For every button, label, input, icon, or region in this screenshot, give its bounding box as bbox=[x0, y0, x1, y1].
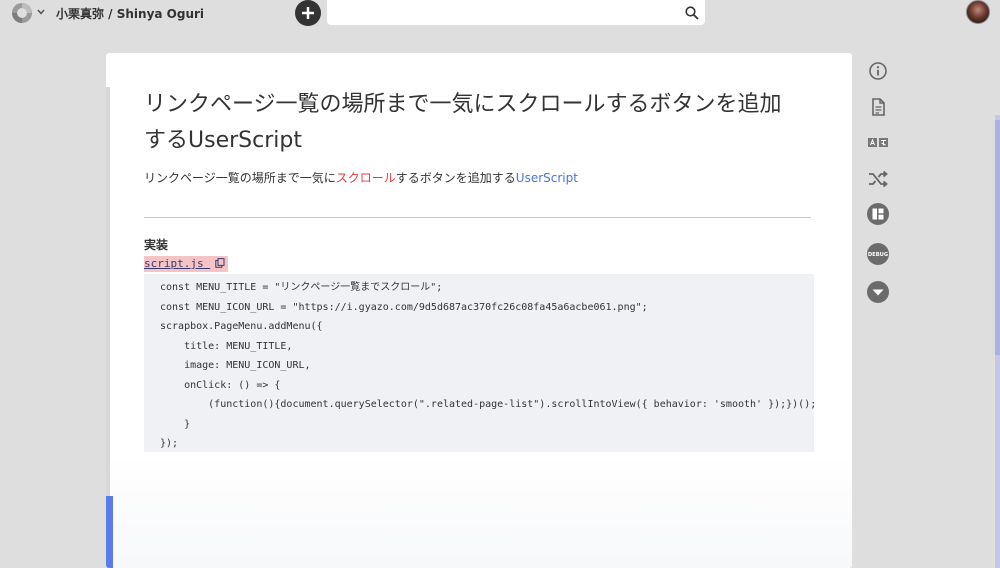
scrollbar-thumb[interactable] bbox=[995, 120, 1000, 355]
code-line[interactable]: onClick: () => { bbox=[160, 376, 814, 396]
cursor-line-indicator bbox=[106, 496, 113, 568]
summary-text: リンクページ一覧の場所まで一気に bbox=[144, 171, 336, 185]
layout-icon[interactable] bbox=[866, 202, 890, 226]
link-userscript[interactable]: UserScript bbox=[516, 171, 578, 185]
new-page-button[interactable] bbox=[295, 0, 321, 26]
code-line[interactable]: scrapbox.PageMenu.addMenu({ bbox=[160, 317, 814, 337]
section-heading[interactable]: 実装 bbox=[144, 236, 168, 253]
search-icon[interactable] bbox=[685, 6, 699, 20]
code-line[interactable]: (function(){document.querySelector(".rel… bbox=[160, 395, 816, 415]
code-filename-label[interactable]: script.js bbox=[144, 257, 204, 270]
code-line[interactable]: const MENU_ICON_URL = "https://i.gyazo.c… bbox=[160, 298, 814, 318]
page-bottom-fade bbox=[106, 453, 852, 568]
link-scroll[interactable]: スクロール bbox=[336, 171, 396, 185]
chevron-down-icon[interactable] bbox=[37, 9, 45, 15]
code-line[interactable]: image: MENU_ICON_URL, bbox=[160, 356, 814, 376]
document-icon[interactable] bbox=[866, 95, 890, 119]
summary-text-middle: するボタンを追加する bbox=[395, 171, 516, 185]
code-line[interactable]: const MENU_TITLE = "リンクページ一覧までスクロール"; bbox=[160, 278, 814, 298]
plus-icon bbox=[302, 7, 314, 19]
code-block[interactable]: const MENU_TITLE = "リンクページ一覧までスクロール"; co… bbox=[144, 274, 816, 454]
copy-icon[interactable] bbox=[215, 258, 225, 268]
project-name[interactable]: 小栗真弥 / Shinya Oguri bbox=[56, 5, 204, 22]
translate-icon[interactable] bbox=[866, 131, 890, 155]
summary-line[interactable]: リンクページ一覧の場所まで一気にスクロールするボタンを追加するUserScrip… bbox=[144, 169, 578, 186]
debug-icon[interactable]: DEBUG bbox=[866, 242, 890, 266]
top-bar: 小栗真弥 / Shinya Oguri bbox=[0, 0, 1000, 26]
line-indicator bbox=[106, 87, 110, 497]
chevron-down-circle-icon[interactable] bbox=[866, 280, 890, 304]
user-avatar[interactable] bbox=[966, 0, 990, 24]
code-line[interactable]: }); bbox=[160, 434, 814, 454]
info-icon[interactable] bbox=[866, 59, 890, 83]
search-input[interactable] bbox=[327, 0, 705, 25]
code-line[interactable]: } bbox=[160, 415, 814, 435]
code-line[interactable]: title: MENU_TITLE, bbox=[160, 337, 814, 357]
divider bbox=[144, 217, 811, 218]
scrapbox-logo-icon[interactable] bbox=[11, 2, 33, 24]
page-title[interactable]: リンクページ一覧の場所まで一気にスクロールするボタンを追加するUserScrip… bbox=[144, 87, 794, 159]
debug-label: DEBUG bbox=[868, 252, 888, 258]
code-filename[interactable]: script.js bbox=[144, 256, 229, 272]
page-card: リンクページ一覧の場所まで一気にスクロールするボタンを追加するUserScrip… bbox=[106, 53, 852, 568]
shuffle-icon[interactable] bbox=[866, 167, 890, 191]
